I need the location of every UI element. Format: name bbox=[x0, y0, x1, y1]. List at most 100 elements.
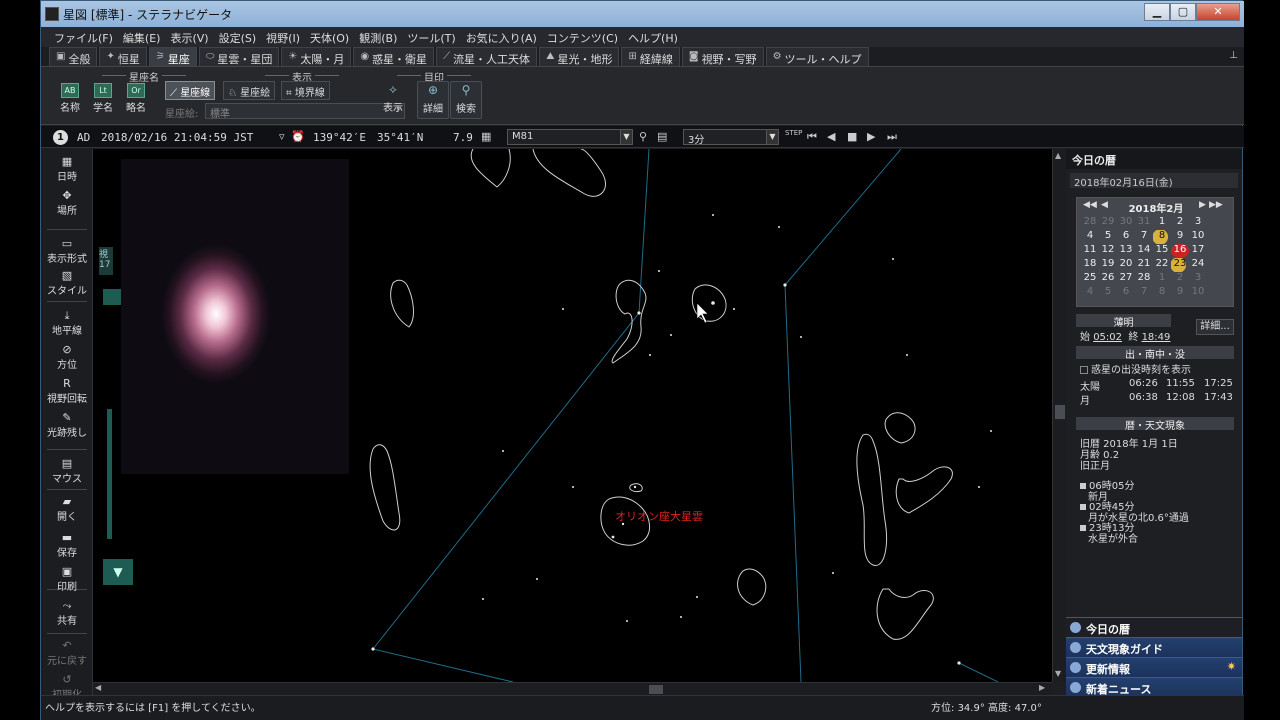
chevron-down-icon[interactable]: ▼ bbox=[620, 130, 632, 144]
horizontal-scrollbar[interactable]: ◀ ▶ bbox=[93, 682, 1052, 695]
tab[interactable]: ⟋ 流星・人工天体 bbox=[436, 47, 538, 66]
tab[interactable]: ⚙ ツール・ヘルプ bbox=[765, 47, 869, 66]
calendar-day[interactable]: 28 bbox=[1081, 216, 1099, 230]
step-icon[interactable]: STEP bbox=[785, 129, 802, 137]
skip-forward-icon[interactable]: ⏭ bbox=[887, 130, 897, 144]
menu-item[interactable]: 設定(S) bbox=[214, 27, 262, 47]
calendar-day[interactable]: 3 bbox=[1189, 272, 1207, 286]
next-year-icon[interactable]: ▶▶ bbox=[1209, 200, 1223, 210]
calendar-day[interactable]: 9 bbox=[1171, 286, 1189, 300]
calendar-day[interactable]: 25 bbox=[1081, 272, 1099, 286]
twilight-end[interactable]: 18:49 bbox=[1142, 332, 1171, 343]
step-select[interactable]: 3分 ▼ bbox=[683, 129, 779, 146]
boundary-lines-button[interactable]: ⌗ 境界線 bbox=[281, 81, 330, 100]
calendar-day[interactable]: 10 bbox=[1189, 230, 1207, 244]
constellation-art-button[interactable]: ♘ 星座絵 bbox=[223, 81, 276, 100]
step-back-icon[interactable]: ◀ bbox=[827, 130, 835, 143]
calendar-day[interactable]: 4 bbox=[1081, 286, 1099, 300]
vertical-scrollbar[interactable]: ▲ ▼ bbox=[1052, 149, 1066, 682]
footer-news[interactable]: 新着ニュース bbox=[1066, 677, 1242, 697]
horizontal-scroll-thumb[interactable] bbox=[649, 685, 663, 694]
calendar-day[interactable]: 18 bbox=[1081, 258, 1099, 272]
calendar-day[interactable]: 12 bbox=[1099, 244, 1117, 258]
calendar-day[interactable]: 7 bbox=[1135, 286, 1153, 300]
menu-item[interactable]: ツール(T) bbox=[402, 27, 460, 47]
calendar-day[interactable]: 11 bbox=[1081, 244, 1099, 258]
calendar-day[interactable]: 29 bbox=[1099, 216, 1117, 230]
left-tool-button[interactable]: ✥ 場所 bbox=[41, 189, 93, 217]
left-tool-button[interactable]: ▤ マウス bbox=[41, 457, 93, 485]
tab[interactable]: ⊞ 経緯線 bbox=[621, 47, 680, 66]
show-button[interactable]: ⟡ 表示 bbox=[377, 81, 409, 119]
left-tool-button[interactable]: ⤓ 地平線 bbox=[41, 309, 93, 337]
collapse-up-button[interactable] bbox=[103, 289, 123, 305]
calendar-day[interactable]: 6 bbox=[1117, 230, 1135, 244]
calendar-day[interactable]: 6 bbox=[1117, 286, 1135, 300]
planet-rise-checkbox-row[interactable]: 惑星の出没時刻を表示 bbox=[1080, 361, 1191, 376]
left-tool-button[interactable]: ▰ 開く bbox=[41, 495, 93, 523]
calendar-day[interactable]: 20 bbox=[1117, 258, 1135, 272]
name-button[interactable]: AB 名称 bbox=[55, 81, 85, 119]
tab[interactable]: ✦ 恒星 bbox=[99, 47, 147, 66]
calendar-day[interactable]: 19 bbox=[1099, 258, 1117, 272]
calendar-day[interactable]: 31 bbox=[1135, 216, 1153, 230]
tab[interactable]: ⚞ 星座 bbox=[148, 47, 197, 66]
calendar-day[interactable]: 24 bbox=[1189, 258, 1207, 272]
minimize-icon[interactable]: ▁ bbox=[1144, 3, 1170, 21]
calculator-icon[interactable]: ▦ bbox=[481, 130, 491, 143]
vertical-scroll-thumb[interactable] bbox=[1055, 405, 1065, 419]
menu-item[interactable]: 観測(B) bbox=[354, 27, 402, 47]
footer-event-guide[interactable]: 天文現象ガイド bbox=[1066, 637, 1242, 657]
tab[interactable]: ▣ 全般 bbox=[49, 47, 98, 66]
tab[interactable]: ⬭ 星雲・星団 bbox=[198, 47, 280, 66]
calendar-day[interactable]: 14 bbox=[1135, 244, 1153, 258]
menu-item[interactable]: ファイル(F) bbox=[49, 27, 118, 47]
planet-rise-checkbox[interactable] bbox=[1080, 366, 1088, 374]
art-select[interactable]: 標準 bbox=[205, 103, 405, 120]
magnitude-text[interactable]: 7.9 bbox=[453, 131, 473, 144]
constellation-lines-button[interactable]: ⟋ 星座線 bbox=[165, 81, 216, 100]
pin-icon[interactable]: ⊥ bbox=[1229, 50, 1238, 61]
calendar-day[interactable]: 1 bbox=[1153, 216, 1171, 230]
calendar-day[interactable]: 2 bbox=[1171, 216, 1189, 230]
left-tool-button[interactable]: ▬ 保存 bbox=[41, 531, 93, 559]
play-icon[interactable]: ▶ bbox=[867, 130, 875, 143]
search-icon[interactable]: ⚲ bbox=[639, 130, 647, 143]
left-tool-button[interactable]: ▦ 日時 bbox=[41, 155, 93, 183]
left-tool-button[interactable]: ✎ 光跡残し bbox=[41, 411, 93, 439]
calendar-day[interactable]: 5 bbox=[1099, 286, 1117, 300]
clock-icon[interactable]: ⏰ bbox=[291, 130, 305, 143]
calendar-day[interactable]: 9 bbox=[1171, 230, 1189, 244]
view-number-badge[interactable]: 1 bbox=[53, 130, 68, 145]
calendar-day[interactable]: 27 bbox=[1117, 272, 1135, 286]
left-tool-button[interactable]: ⤳ 共有 bbox=[41, 599, 93, 627]
abbr-name-button[interactable]: Or 略名 bbox=[121, 81, 151, 119]
calendar-day[interactable]: 30 bbox=[1117, 216, 1135, 230]
calendar-day[interactable]: 7 bbox=[1135, 230, 1153, 244]
calendar-day[interactable]: 15 bbox=[1153, 244, 1171, 258]
side-slider[interactable] bbox=[107, 409, 112, 539]
left-tool-button[interactable]: ▣ 印刷 bbox=[41, 565, 93, 593]
menu-item[interactable]: コンテンツ(C) bbox=[542, 27, 623, 47]
object-label[interactable]: オリオン座大星雲 bbox=[615, 508, 703, 524]
left-tool-button[interactable]: R 視野回転 bbox=[41, 377, 93, 405]
calendar-day[interactable]: 21 bbox=[1135, 258, 1153, 272]
footer-today-calendar[interactable]: 今日の暦 bbox=[1066, 617, 1242, 637]
tab[interactable]: ◙ 視野・写野 bbox=[681, 47, 764, 66]
maximize-icon[interactable]: ▢ bbox=[1170, 3, 1196, 21]
list-icon[interactable]: ▤ bbox=[657, 130, 667, 143]
calendar-day[interactable]: 13 bbox=[1117, 244, 1135, 258]
menu-item[interactable]: ヘルプ(H) bbox=[623, 27, 683, 47]
scroll-down-icon[interactable]: ▼ bbox=[1055, 669, 1061, 678]
menu-item[interactable]: お気に入り(A) bbox=[461, 27, 542, 47]
menu-item[interactable]: 視野(I) bbox=[261, 27, 305, 47]
app-icon[interactable] bbox=[45, 7, 59, 21]
twilight-detail-button[interactable]: 詳細... bbox=[1196, 319, 1234, 335]
stop-icon[interactable]: ■ bbox=[847, 130, 857, 143]
target-input[interactable]: M81 ▼ bbox=[507, 129, 633, 145]
left-tool-button[interactable]: ▧ スタイル bbox=[41, 269, 93, 297]
calendar-day[interactable]: 4 bbox=[1081, 230, 1099, 244]
calendar-day[interactable]: 23 bbox=[1171, 258, 1189, 272]
scroll-right-icon[interactable]: ▶ bbox=[1039, 683, 1045, 692]
calendar-day[interactable]: 22 bbox=[1153, 258, 1171, 272]
